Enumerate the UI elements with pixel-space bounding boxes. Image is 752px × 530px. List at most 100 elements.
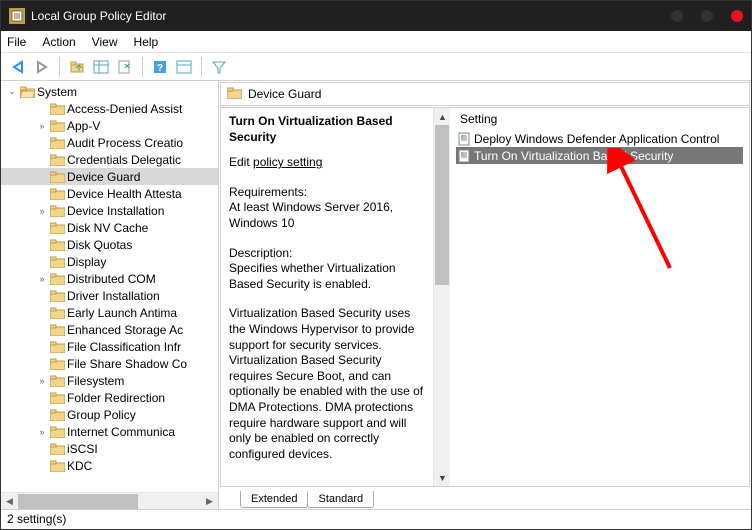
tree-label: Filesystem xyxy=(67,374,124,388)
tree-item[interactable]: Audit Process Creatio xyxy=(1,134,218,151)
tree-item[interactable]: » App-V xyxy=(1,117,218,134)
folder-icon xyxy=(49,102,65,116)
tree-item[interactable]: File Classification Infr xyxy=(1,338,218,355)
tree-item[interactable]: »Internet Communica xyxy=(1,423,218,440)
description-p1: Specifies whether Virtualization Based S… xyxy=(229,261,425,292)
tree-item[interactable]: Disk NV Cache xyxy=(1,219,218,236)
tree-item[interactable]: iSCSI xyxy=(1,440,218,457)
tree-item[interactable]: Driver Installation xyxy=(1,287,218,304)
close-button[interactable] xyxy=(731,10,743,22)
folder-icon xyxy=(49,459,65,473)
policy-icon xyxy=(456,149,472,163)
tree-item[interactable]: »Device Installation xyxy=(1,202,218,219)
folder-icon xyxy=(49,255,65,269)
titlebar: Local Group Policy Editor xyxy=(1,1,751,31)
help-button[interactable]: ? xyxy=(149,56,171,78)
tree-label: Disk Quotas xyxy=(67,238,132,252)
app-icon xyxy=(9,8,25,24)
menu-view[interactable]: View xyxy=(92,35,118,49)
tree-item[interactable]: »Distributed COM xyxy=(1,270,218,287)
up-button[interactable] xyxy=(66,56,88,78)
tree-label: System xyxy=(37,85,77,99)
maximize-button[interactable] xyxy=(701,10,713,22)
red-arrow-annotation xyxy=(600,148,690,278)
setting-row[interactable]: Deploy Windows Defender Application Cont… xyxy=(456,130,743,147)
tree-item[interactable]: Early Launch Antima xyxy=(1,304,218,321)
toolbar: ? xyxy=(1,53,751,81)
window-title: Local Group Policy Editor xyxy=(31,9,671,23)
minimize-button[interactable] xyxy=(671,10,683,22)
tree-label: Group Policy xyxy=(67,408,136,422)
menu-file[interactable]: File xyxy=(7,35,26,49)
right-pane: Device Guard Turn On Virtualization Base… xyxy=(219,81,751,509)
scroll-right-icon[interactable]: ▶ xyxy=(201,493,218,510)
tree-item[interactable]: KDC xyxy=(1,457,218,474)
tree-label: Disk NV Cache xyxy=(67,221,148,235)
expand-icon[interactable]: » xyxy=(35,427,49,437)
properties-button[interactable] xyxy=(173,56,195,78)
edit-policy-link[interactable]: policy setting xyxy=(253,155,322,169)
tab-extended[interactable]: Extended xyxy=(240,491,308,508)
folder-icon xyxy=(49,425,65,439)
folder-icon xyxy=(49,136,65,150)
view-tabs: Extended Standard xyxy=(220,487,750,508)
menu-help[interactable]: Help xyxy=(134,35,159,49)
tree-label: Credentials Delegatic xyxy=(67,153,181,167)
folder-icon xyxy=(49,323,65,337)
folder-icon xyxy=(49,238,65,252)
tree-item[interactable]: Device Guard xyxy=(1,168,218,185)
expand-icon[interactable]: » xyxy=(35,274,49,284)
scroll-left-icon[interactable]: ◀ xyxy=(1,493,18,510)
tree-item[interactable]: Folder Redirection xyxy=(1,389,218,406)
forward-button[interactable] xyxy=(31,56,53,78)
expand-icon[interactable]: » xyxy=(35,206,49,216)
tree-item[interactable]: Device Health Attesta xyxy=(1,185,218,202)
tree-item[interactable]: » Filesystem xyxy=(1,372,218,389)
expand-icon[interactable]: » xyxy=(35,121,49,131)
folder-icon xyxy=(49,442,65,456)
folder-icon xyxy=(49,170,65,184)
tree-label: App-V xyxy=(67,119,100,133)
detail-vscrollbar[interactable]: ▲ ▼ xyxy=(433,108,450,486)
tree-label: KDC xyxy=(67,459,92,473)
tree-label: Access-Denied Assist xyxy=(67,102,182,116)
requirements-header: Requirements: xyxy=(229,185,425,201)
folder-icon xyxy=(49,408,65,422)
setting-row[interactable]: Turn On Virtualization Based Security xyxy=(456,147,743,164)
description-p2: Virtualization Based Security uses the W… xyxy=(229,306,425,462)
export-button[interactable] xyxy=(114,56,136,78)
tree-label: Device Health Attesta xyxy=(67,187,182,201)
tree-item[interactable]: Group Policy xyxy=(1,406,218,423)
tree-item[interactable]: Disk Quotas xyxy=(1,236,218,253)
requirements-text: At least Windows Server 2016, Windows 10 xyxy=(229,200,425,231)
scroll-up-icon[interactable]: ▲ xyxy=(434,108,451,125)
tree-item[interactable]: Credentials Delegatic xyxy=(1,151,218,168)
menu-action[interactable]: Action xyxy=(42,35,75,49)
tree-item[interactable]: Access-Denied Assist xyxy=(1,100,218,117)
back-button[interactable] xyxy=(7,56,29,78)
tree-item[interactable]: File Share Shadow Co xyxy=(1,355,218,372)
policy-icon xyxy=(456,132,472,146)
scroll-thumb-v[interactable] xyxy=(435,125,449,285)
scroll-down-icon[interactable]: ▼ xyxy=(434,469,451,486)
settings-header: Setting xyxy=(456,112,743,126)
svg-text:?: ? xyxy=(157,63,163,74)
tree-pane: ⌄ System Access-Denied Assist » App-VAudit P… xyxy=(1,81,219,509)
show-hide-tree-button[interactable] xyxy=(90,56,112,78)
tree-item[interactable]: Enhanced Storage Ac xyxy=(1,321,218,338)
expand-icon[interactable]: » xyxy=(35,376,49,386)
collapse-icon[interactable]: ⌄ xyxy=(5,86,19,97)
folder-icon xyxy=(49,391,65,405)
right-header: Device Guard xyxy=(220,82,750,106)
setting-label: Deploy Windows Defender Application Cont… xyxy=(474,132,719,146)
tree-root-system[interactable]: ⌄ System xyxy=(1,83,218,100)
folder-icon xyxy=(49,153,65,167)
tree-item[interactable]: Display xyxy=(1,253,218,270)
right-header-label: Device Guard xyxy=(248,87,321,101)
tab-standard[interactable]: Standard xyxy=(307,491,374,508)
status-bar: 2 setting(s) xyxy=(1,509,751,529)
tree-label: Display xyxy=(67,255,106,269)
tree-hscrollbar[interactable]: ◀ ▶ xyxy=(1,492,218,509)
scroll-thumb[interactable] xyxy=(18,494,138,509)
filter-button[interactable] xyxy=(208,56,230,78)
